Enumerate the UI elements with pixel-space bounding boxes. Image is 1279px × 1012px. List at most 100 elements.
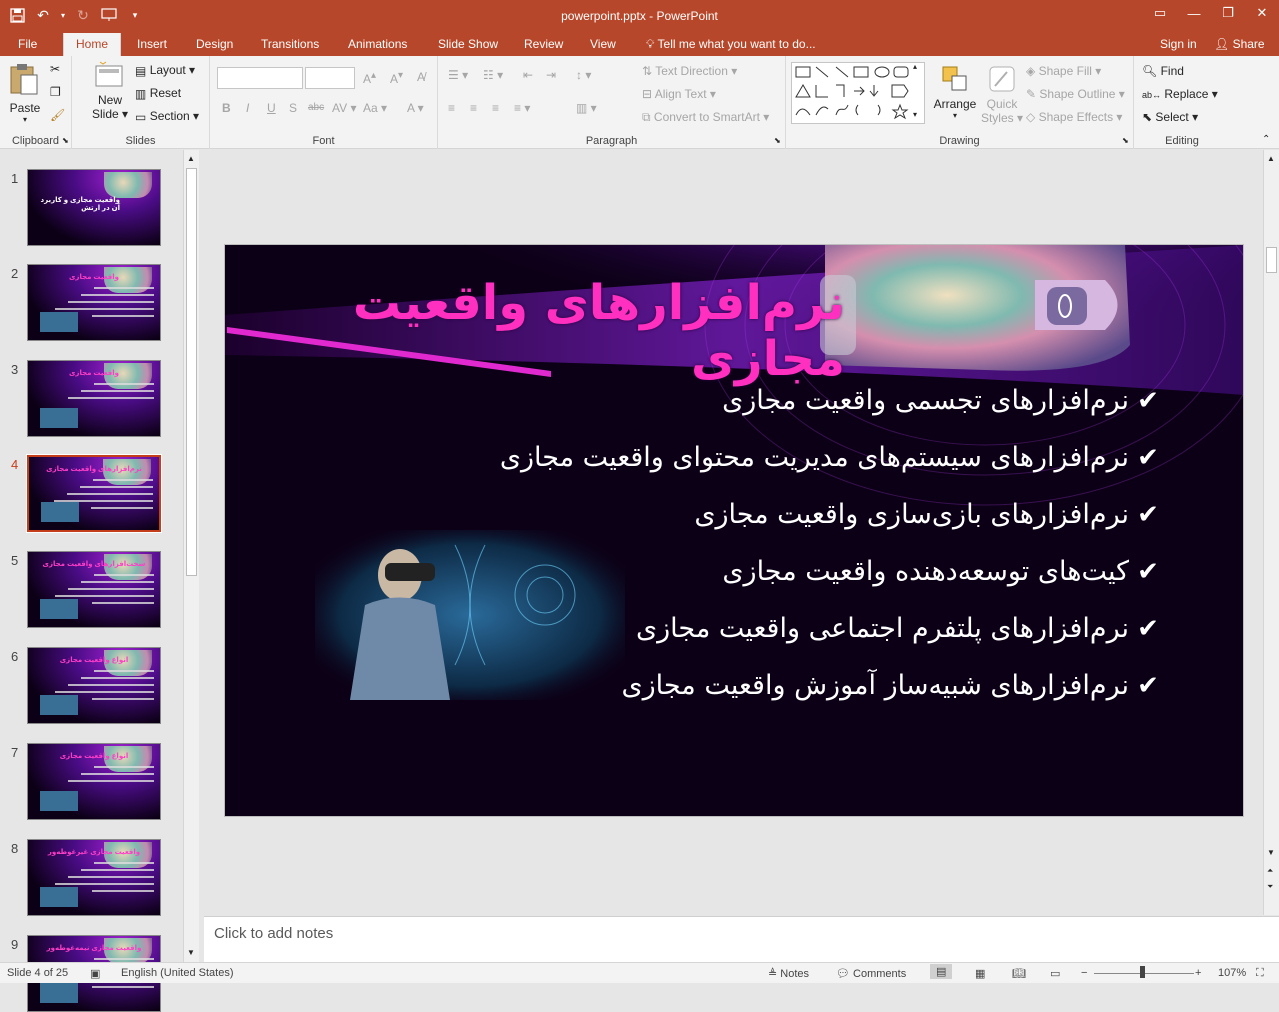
shapes-scroll-up-icon[interactable]: ▴ — [913, 62, 917, 71]
shapes-gallery[interactable] — [791, 62, 925, 124]
normal-view-icon[interactable]: ▤ — [930, 964, 953, 979]
align-left-icon[interactable]: ≡ — [448, 101, 455, 115]
align-right-icon[interactable]: ≡ — [492, 101, 499, 115]
scroll-up-icon[interactable]: ▲ — [187, 154, 195, 163]
align-text-button[interactable]: ⊟ Align Text ▾ — [642, 87, 716, 101]
tab-slide-show[interactable]: Slide Show — [434, 33, 502, 56]
line-spacing-icon[interactable]: ↕ ▾ — [576, 68, 591, 82]
italic-icon[interactable]: I — [246, 101, 249, 115]
minimize-icon[interactable]: — — [1177, 0, 1211, 26]
shape-fill-button[interactable]: ◈ Shape Fill ▾ — [1026, 64, 1101, 78]
tab-review[interactable]: Review — [520, 33, 567, 56]
notes-toggle[interactable]: ≜ Notes — [768, 967, 809, 980]
zoom-in-icon[interactable]: + — [1195, 967, 1201, 979]
font-name-box[interactable] — [217, 67, 303, 89]
sign-in-link[interactable]: Sign in — [1156, 33, 1201, 56]
change-case-icon[interactable]: Aa ▾ — [363, 101, 387, 115]
arrange-button[interactable]: Arrange ▾ — [932, 64, 978, 120]
slide-thumbnail[interactable]: سخت‌افزارهای واقعیت مجازی — [27, 551, 161, 628]
comments-toggle[interactable]: 💬︎ Comments — [836, 967, 906, 980]
fit-slide-icon[interactable]: ⛶ — [1256, 967, 1264, 980]
scroll-down-icon[interactable]: ▼ — [187, 948, 195, 957]
share-button[interactable]: 👤︎ Share — [1210, 33, 1269, 56]
close-icon[interactable]: ✕ — [1245, 0, 1279, 26]
restore-icon[interactable]: ❐ — [1211, 0, 1245, 26]
text-direction-button[interactable]: ⇅ Text Direction ▾ — [642, 64, 737, 78]
convert-smartart-button[interactable]: ⧉ Convert to SmartArt ▾ — [642, 110, 769, 125]
tab-file[interactable]: File — [14, 33, 41, 56]
shadow-icon[interactable]: S — [289, 101, 297, 115]
paste-button[interactable]: Paste ▾ — [8, 62, 42, 130]
slide-title[interactable]: نرم‌افزارهای واقعیت مجازی — [285, 275, 845, 387]
slide-thumbnail[interactable]: واقعیت مجازی — [27, 264, 161, 341]
collapse-ribbon-icon[interactable]: ⌃ — [1262, 134, 1270, 145]
layout-button[interactable]: ▤ Layout ▾ — [135, 63, 195, 78]
find-button[interactable]: 🔍︎ Find — [1142, 64, 1184, 78]
tab-animations[interactable]: Animations — [344, 33, 411, 56]
thumbnail-scroll-thumb[interactable] — [186, 168, 197, 576]
zoom-level[interactable]: 107% — [1218, 967, 1246, 979]
slide-thumbnail[interactable]: واقعیت مجازی — [27, 360, 161, 437]
editor-scrollbar[interactable]: ▲ ▼ ⏶ ⏷ — [1263, 150, 1279, 915]
bullet-item[interactable]: ✔ نرم‌افزارهای بازی‌سازی واقعیت مجازی — [694, 499, 1163, 530]
format-painter-icon[interactable]: 🖌︎ — [50, 108, 65, 122]
columns-icon[interactable]: ▥ ▾ — [576, 101, 597, 115]
tab-home[interactable]: Home — [63, 33, 121, 56]
select-button[interactable]: ⬉ Select ▾ — [1142, 110, 1198, 124]
underline-icon[interactable]: U — [267, 101, 276, 115]
font-color-icon[interactable]: A ▾ — [407, 101, 424, 115]
character-spacing-icon[interactable]: AV ▾ — [332, 101, 356, 115]
tab-transitions[interactable]: Transitions — [257, 33, 323, 56]
cut-icon[interactable]: ✂ — [50, 62, 60, 76]
bullet-item[interactable]: ✔ نرم‌افزارهای تجسمی واقعیت مجازی — [722, 385, 1163, 416]
slide-thumbnail[interactable]: انواع واقعیت مجازی — [27, 647, 161, 724]
slide-thumbnail[interactable]: واقعیت مجازی و کاربرد آن در ارتش — [27, 169, 161, 246]
editor-scroll-thumb[interactable] — [1266, 247, 1277, 273]
shape-effects-button[interactable]: ◇ Shape Effects ▾ — [1026, 110, 1122, 124]
strikethrough-icon[interactable]: abc — [308, 102, 324, 113]
next-slide-icon[interactable]: ⏷ — [1267, 882, 1273, 892]
thumbnail-scrollbar[interactable]: ▲ ▼ — [183, 150, 199, 962]
clipboard-launcher-icon[interactable]: ⬊ — [62, 136, 69, 145]
decrease-indent-icon[interactable]: ⇤ — [523, 68, 533, 82]
shapes-more-icon[interactable]: ▾ — [913, 110, 917, 119]
slide-thumbnail[interactable]: انواع واقعیت مجازی — [27, 743, 161, 820]
tab-insert[interactable]: Insert — [133, 33, 171, 56]
reading-view-icon[interactable]: 📖︎ — [1012, 967, 1026, 980]
new-slide-button[interactable]: New Slide ▾ — [92, 60, 128, 121]
bold-icon[interactable]: B — [222, 101, 231, 115]
tab-view[interactable]: View — [586, 33, 620, 56]
zoom-slider-thumb[interactable] — [1140, 966, 1145, 978]
clear-formatting-icon[interactable]: A̸ — [417, 70, 425, 84]
reset-button[interactable]: ▥ Reset — [135, 86, 181, 101]
font-size-box[interactable] — [305, 67, 355, 89]
tell-me-box[interactable]: 💡︎ Tell me what you want to do... — [642, 33, 820, 56]
section-button[interactable]: ▭ Section ▾ — [135, 109, 199, 124]
spell-check-icon[interactable]: ▣ — [90, 967, 100, 980]
current-slide[interactable]: نرم‌افزارهای واقعیت مجازی ✔ نرم‌افزارهای … — [224, 244, 1244, 817]
align-center-icon[interactable]: ≡ — [470, 101, 477, 115]
tab-design[interactable]: Design — [192, 33, 237, 56]
decrease-font-icon[interactable]: A▾ — [390, 70, 403, 86]
paragraph-launcher-icon[interactable]: ⬊ — [774, 136, 781, 145]
language-indicator[interactable]: English (United States) — [121, 967, 234, 979]
bullet-item[interactable]: ✔ کیت‌های توسعه‌دهنده واقعیت مجازی — [722, 556, 1163, 587]
shape-outline-button[interactable]: ✎ Shape Outline ▾ — [1026, 87, 1125, 101]
drawing-launcher-icon[interactable]: ⬊ — [1122, 136, 1129, 145]
zoom-out-icon[interactable]: − — [1081, 967, 1087, 979]
bullet-item[interactable]: ✔ نرم‌افزارهای شبیه‌ساز آموزش واقعیت مجاز… — [621, 670, 1163, 701]
justify-icon[interactable]: ≡ ▾ — [514, 101, 530, 115]
ribbon-display-options-icon[interactable]: ▭ — [1143, 0, 1177, 26]
bullet-item[interactable]: ✔ نرم‌افزارهای پلتفرم اجتماعی واقعیت مجاز… — [636, 613, 1163, 644]
slide-thumbnail[interactable]: واقعیت مجازی غیرغوطه‌ور — [27, 839, 161, 916]
scroll-up-icon[interactable]: ▲ — [1267, 154, 1275, 163]
slide-counter[interactable]: Slide 4 of 25 — [7, 967, 68, 979]
copy-icon[interactable]: ❐ — [50, 85, 61, 99]
slide-sorter-icon[interactable]: ▦ — [975, 967, 985, 980]
notes-placeholder[interactable]: Click to add notes — [214, 925, 333, 942]
increase-indent-icon[interactable]: ⇥ — [546, 68, 556, 82]
slide-thumbnail[interactable]: نرم‌افزارهای واقعیت مجازی — [26, 454, 162, 533]
slide-show-icon[interactable]: ▭ — [1050, 967, 1060, 980]
replace-button[interactable]: ab↔ Replace ▾ — [1142, 87, 1218, 101]
notes-pane[interactable]: Click to add notes — [204, 916, 1279, 962]
